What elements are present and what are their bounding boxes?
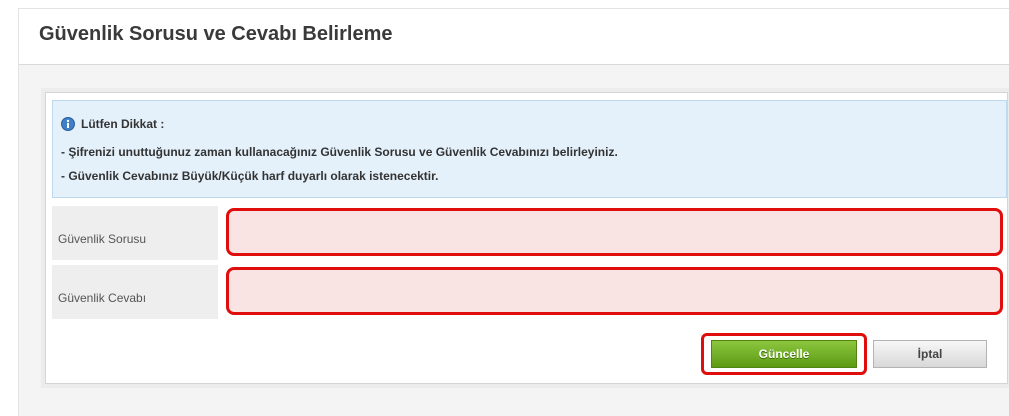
security-answer-input[interactable] [226, 267, 1003, 315]
page-header: Güvenlik Sorusu ve Cevabı Belirleme [19, 9, 1009, 65]
security-answer-label: Güvenlik Cevabı [52, 265, 218, 319]
update-button[interactable]: Güncelle [711, 340, 857, 368]
security-question-input[interactable] [226, 208, 1003, 256]
update-button-highlight: Güncelle [701, 333, 867, 375]
security-question-panel: Lütfen Dikkat : - Şifrenizi unuttuğunuz … [45, 92, 1008, 384]
page: Güvenlik Sorusu ve Cevabı Belirleme Lütf… [18, 8, 1009, 416]
cancel-button[interactable]: İptal [873, 340, 987, 368]
notice-line: - Şifrenizi unuttuğunuz zaman kullanacağ… [61, 145, 618, 159]
security-answer-row: Güvenlik Cevabı [52, 265, 1007, 319]
security-question-row: Güvenlik Sorusu [52, 206, 1007, 260]
page-title: Güvenlik Sorusu ve Cevabı Belirleme [39, 23, 393, 45]
notice-title: Lütfen Dikkat : [81, 117, 165, 131]
security-question-label: Güvenlik Sorusu [52, 206, 218, 260]
notice-header: Lütfen Dikkat : [61, 117, 164, 131]
form-actions: Güncelle İptal [46, 329, 1007, 383]
notice-line: - Güvenlik Cevabınız Büyük/Küçük harf du… [61, 169, 439, 183]
notice-box: Lütfen Dikkat : - Şifrenizi unuttuğunuz … [52, 100, 1007, 198]
info-icon [61, 117, 75, 131]
